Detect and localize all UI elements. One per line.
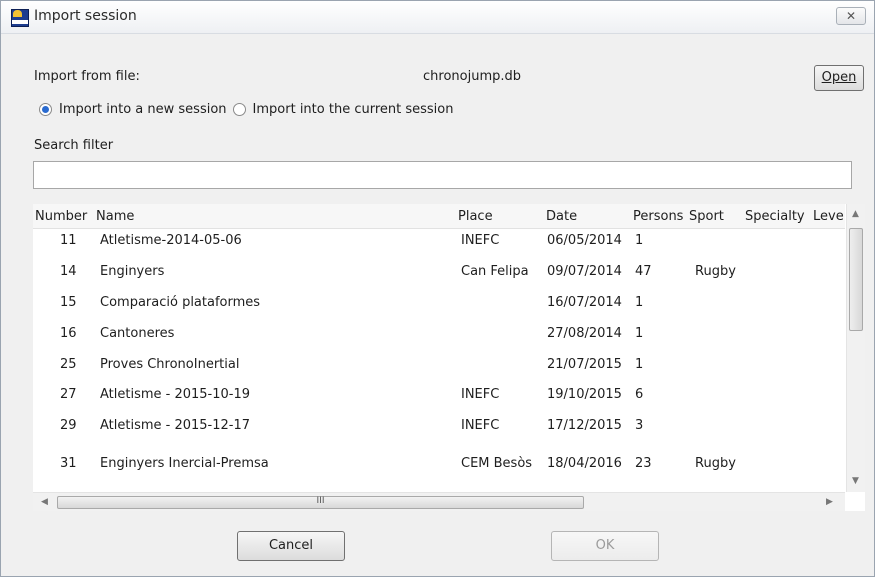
- cell-name: Atletisme-2014-05-06: [100, 233, 242, 248]
- cell-number: 16: [60, 326, 77, 341]
- cell-place: CEM Besòs: [461, 456, 533, 471]
- sessions-table: Number Name Place Date Persons Sport Spe…: [33, 204, 865, 511]
- import-session-dialog: Import session ✕ Import from file: chron…: [0, 0, 875, 577]
- cell-persons: 1: [635, 233, 644, 248]
- scroll-down-icon[interactable]: ▼: [852, 476, 859, 486]
- cell-persons: 6: [635, 387, 644, 402]
- cell-place: INEFC: [461, 387, 500, 402]
- open-button[interactable]: Open: [814, 65, 864, 91]
- table-row[interactable]: 27 Atletisme - 2015-10-19 INEFC 19/10/20…: [33, 382, 845, 410]
- cell-number: 27: [60, 387, 77, 402]
- radio-import-new[interactable]: [39, 102, 52, 116]
- cell-name: Proves ChronoInertial: [100, 357, 240, 372]
- table-row[interactable]: 15 Comparació plataformes 16/07/2014 1: [33, 290, 845, 318]
- cell-name: Cantoneres: [100, 326, 175, 341]
- chronojump-app-icon: [11, 9, 29, 27]
- scroll-grip: III: [316, 496, 325, 506]
- import-mode-group: Import into a new session Import into th…: [39, 100, 453, 118]
- table-row[interactable]: 25 Proves ChronoInertial 21/07/2015 1: [33, 352, 845, 380]
- horizontal-scrollbar[interactable]: ◀ III ▶: [33, 492, 845, 511]
- cancel-button[interactable]: Cancel: [237, 531, 345, 561]
- table-row[interactable]: 31 Enginyers Inercial-Premsa CEM Besòs 1…: [33, 451, 845, 479]
- open-button-label: Open: [821, 70, 857, 85]
- scroll-up-icon[interactable]: ▲: [852, 209, 859, 219]
- cell-number: 31: [60, 456, 77, 471]
- search-filter-input[interactable]: [33, 161, 852, 189]
- window-title: Import session: [34, 8, 137, 24]
- import-filename: chronojump.db: [423, 69, 521, 84]
- cell-date: 16/07/2014: [547, 295, 622, 310]
- cancel-button-label: Cancel: [268, 538, 314, 553]
- cell-date: 18/04/2016: [547, 456, 622, 471]
- cell-persons: 3: [635, 418, 644, 433]
- ok-button-label: OK: [595, 538, 615, 553]
- ok-button[interactable]: OK: [551, 531, 659, 561]
- cell-place: Can Felipa: [461, 264, 529, 279]
- horizontal-scroll-thumb[interactable]: III: [57, 496, 584, 509]
- title-bar: Import session ✕: [1, 1, 874, 34]
- vertical-scrollbar[interactable]: ▲ ▼: [846, 204, 865, 492]
- col-name[interactable]: Name: [96, 209, 456, 224]
- cell-number: 15: [60, 295, 77, 310]
- cell-date: 09/07/2014: [547, 264, 622, 279]
- cell-name: Atletisme - 2015-10-19: [100, 387, 251, 402]
- cell-date: 19/10/2015: [547, 387, 622, 402]
- table-row[interactable]: 14 Enginyers Can Felipa 09/07/2014 47 Ru…: [33, 259, 845, 287]
- cell-name: Enginyers: [100, 264, 165, 279]
- col-persons[interactable]: Persons: [633, 209, 689, 224]
- cell-place: INEFC: [461, 418, 500, 433]
- cell-date: 27/08/2014: [547, 326, 622, 341]
- cell-date: 21/07/2015: [547, 357, 622, 372]
- scroll-right-icon[interactable]: ▶: [826, 497, 833, 507]
- cell-name: Enginyers Inercial-Premsa: [100, 456, 269, 471]
- col-specialty[interactable]: Specialty: [745, 209, 813, 224]
- cell-sport: Rugby: [695, 456, 736, 471]
- table-header: Number Name Place Date Persons Sport Spe…: [33, 204, 845, 229]
- col-sport[interactable]: Sport: [689, 209, 741, 224]
- cell-number: 11: [60, 233, 77, 248]
- cell-sport: Rugby: [695, 264, 736, 279]
- close-button[interactable]: ✕: [836, 7, 866, 25]
- cell-date: 06/05/2014: [547, 233, 622, 248]
- radio-import-current-label[interactable]: Import into the current session: [253, 102, 454, 117]
- col-date[interactable]: Date: [546, 209, 630, 224]
- cell-persons: 47: [635, 264, 652, 279]
- table-row[interactable]: 29 Atletisme - 2015-12-17 INEFC 17/12/20…: [33, 413, 845, 441]
- cell-number: 29: [60, 418, 77, 433]
- table-row[interactable]: 11 Atletisme-2014-05-06 INEFC 06/05/2014…: [33, 228, 845, 256]
- cell-persons: 23: [635, 456, 652, 471]
- cell-persons: 1: [635, 357, 644, 372]
- cell-place: INEFC: [461, 233, 500, 248]
- cell-number: 25: [60, 357, 77, 372]
- search-filter-label: Search filter: [34, 138, 114, 153]
- scroll-left-icon[interactable]: ◀: [41, 497, 48, 507]
- cell-persons: 1: [635, 326, 644, 341]
- col-place[interactable]: Place: [458, 209, 542, 224]
- col-level[interactable]: Leve: [813, 209, 845, 224]
- cell-date: 17/12/2015: [547, 418, 622, 433]
- radio-import-current[interactable]: [232, 102, 246, 116]
- cell-name: Atletisme - 2015-12-17: [100, 418, 251, 433]
- table-row[interactable]: 16 Cantoneres 27/08/2014 1: [33, 321, 845, 349]
- cell-name: Comparació plataformes: [100, 295, 261, 310]
- close-icon: ✕: [845, 9, 857, 23]
- radio-import-new-label[interactable]: Import into a new session: [59, 102, 227, 117]
- cell-persons: 1: [635, 295, 644, 310]
- vertical-scroll-thumb[interactable]: [849, 228, 863, 331]
- col-number[interactable]: Number: [35, 209, 95, 224]
- import-from-label: Import from file:: [34, 69, 140, 84]
- cell-number: 14: [60, 264, 77, 279]
